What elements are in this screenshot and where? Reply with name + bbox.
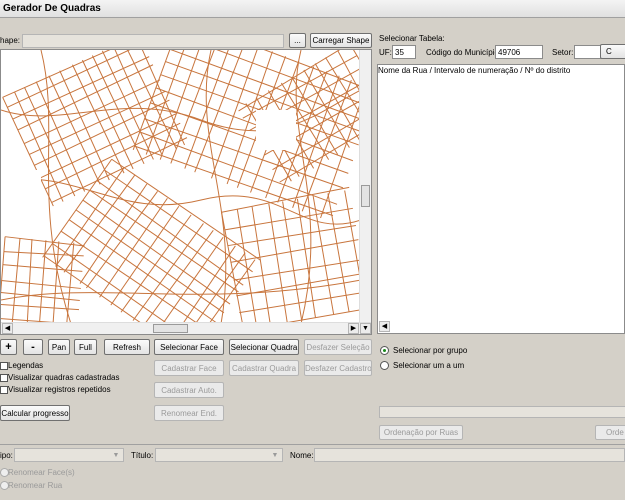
shape-path-field[interactable] (22, 34, 284, 48)
por-grupo-label: Selecionar por grupo (393, 346, 468, 355)
nome-label: Nome: (290, 451, 314, 460)
map-canvas[interactable]: ◀ ▶ ▼ (0, 49, 372, 335)
street-line (40, 113, 177, 179)
street-line (60, 230, 211, 324)
legendas-label: Legendas (8, 361, 44, 370)
por-grupo-radio[interactable] (380, 346, 389, 355)
title-bar: Gerador De Quadras (0, 0, 625, 18)
street-line (35, 81, 86, 192)
separator (0, 444, 625, 445)
map-scroll-down-icon[interactable]: ▼ (360, 323, 371, 334)
titulo-label: Título: (131, 451, 154, 460)
uf-input[interactable]: 35 (392, 45, 416, 59)
setor-label: Setor: (552, 48, 574, 57)
visualizar-repetidos-checkbox[interactable] (0, 386, 8, 394)
tipo-label: ipo: (0, 451, 13, 460)
street-line (325, 57, 361, 135)
tipo-dropdown-icon[interactable]: ▼ (110, 450, 122, 460)
selecionar-face-button[interactable]: Selecionar Face (154, 339, 224, 355)
tipo-combo[interactable]: ▼ (14, 448, 124, 462)
um-a-um-radio[interactable] (380, 361, 389, 370)
ordenacao-button[interactable]: Orde (595, 425, 625, 440)
visualizar-quadras-checkbox[interactable] (0, 374, 8, 382)
calcular-progresso-button[interactable]: Calcular progresso (0, 405, 70, 421)
zoom-in-button[interactable]: + (0, 339, 17, 355)
map-vscrollbar[interactable] (359, 50, 371, 324)
municipio-label: Código do Município: (426, 48, 502, 57)
titulo-combo[interactable]: ▼ (155, 448, 283, 462)
map-scroll-left-icon[interactable]: ◀ (2, 323, 13, 334)
progress-bar (379, 406, 625, 418)
street-line (154, 236, 224, 324)
street-line (91, 55, 145, 165)
map-hscrollbar[interactable]: ◀ ▶ ▼ (1, 322, 371, 334)
municipio-input[interactable]: 49706 (495, 45, 543, 59)
cadastrar-auto-button[interactable]: Cadastrar Auto. (154, 382, 224, 398)
renomear-end-button[interactable]: Renomear End. (154, 405, 224, 421)
visualizar-quadras-label: Visualizar quadras cadastradas (8, 373, 120, 382)
street-list-header: Nome da Rua / Intervalo de numeração / N… (378, 66, 571, 75)
nome-input[interactable] (314, 448, 625, 462)
street-line (1, 291, 80, 301)
street-line (205, 50, 227, 324)
titulo-dropdown-icon[interactable]: ▼ (269, 450, 281, 460)
um-a-um-label: Selecionar um a um (393, 361, 465, 370)
renomear-faces-label: Renomear Face(s) (8, 468, 75, 477)
select-table-label: Selecionar Tabela: (379, 34, 445, 43)
legendas-checkbox[interactable] (0, 362, 8, 370)
street-line (7, 50, 144, 108)
street-line (1, 280, 81, 289)
selecionar-quadra-button[interactable]: Selecionar Quadra (229, 339, 299, 355)
pan-button[interactable]: Pan (48, 339, 70, 355)
street-line (29, 90, 166, 155)
desfazer-selecao-button[interactable]: Desfazer Seleção (304, 339, 372, 355)
street-line (59, 70, 110, 181)
open-area (256, 110, 296, 150)
load-shape-button[interactable]: Carregar Shape (310, 33, 372, 48)
street-line (26, 239, 33, 324)
load-table-button[interactable]: C (600, 44, 625, 59)
street-block (221, 186, 361, 324)
street-line (81, 59, 134, 170)
visualizar-repetidos-label: Visualizar registros repetidos (8, 385, 111, 394)
street-line (2, 264, 83, 272)
refresh-button[interactable]: Refresh (104, 339, 150, 355)
cadastrar-quadra-button[interactable]: Cadastrar Quadra (229, 360, 299, 376)
uf-label: UF: (379, 48, 392, 57)
window-title: Gerador De Quadras (3, 3, 101, 14)
setor-input[interactable] (574, 45, 603, 59)
map-hscroll-thumb[interactable] (153, 324, 188, 333)
street-line (11, 237, 21, 324)
street-map[interactable] (1, 50, 361, 324)
browse-button[interactable]: ... (289, 33, 306, 48)
street-block (238, 50, 361, 183)
cadastrar-face-button[interactable]: Cadastrar Face (154, 360, 224, 376)
map-scroll-right-icon[interactable]: ▶ (348, 323, 359, 334)
open-area (1, 170, 41, 230)
street-line (45, 122, 181, 190)
shape-label: hape: (0, 36, 21, 45)
renomear-rua-label: Renomear Rua (8, 481, 63, 490)
desfazer-cadastro-button[interactable]: Desfazer Cadastro (304, 360, 372, 376)
ordenacao-ruas-button[interactable]: Ordenação por Ruas (379, 425, 463, 440)
full-extent-button[interactable]: Full (74, 339, 97, 355)
street-list[interactable]: Nome da Rua / Intervalo de numeração / N… (377, 64, 625, 334)
map-vscroll-thumb[interactable] (361, 185, 370, 207)
street-line (1, 303, 80, 311)
street-line (134, 145, 334, 217)
list-scroll-left-icon[interactable]: ◀ (379, 321, 390, 332)
zoom-out-button[interactable]: - (23, 339, 43, 355)
street-block (1, 236, 85, 324)
street-line (295, 50, 312, 324)
street-line (12, 56, 150, 120)
street-line (17, 64, 154, 131)
